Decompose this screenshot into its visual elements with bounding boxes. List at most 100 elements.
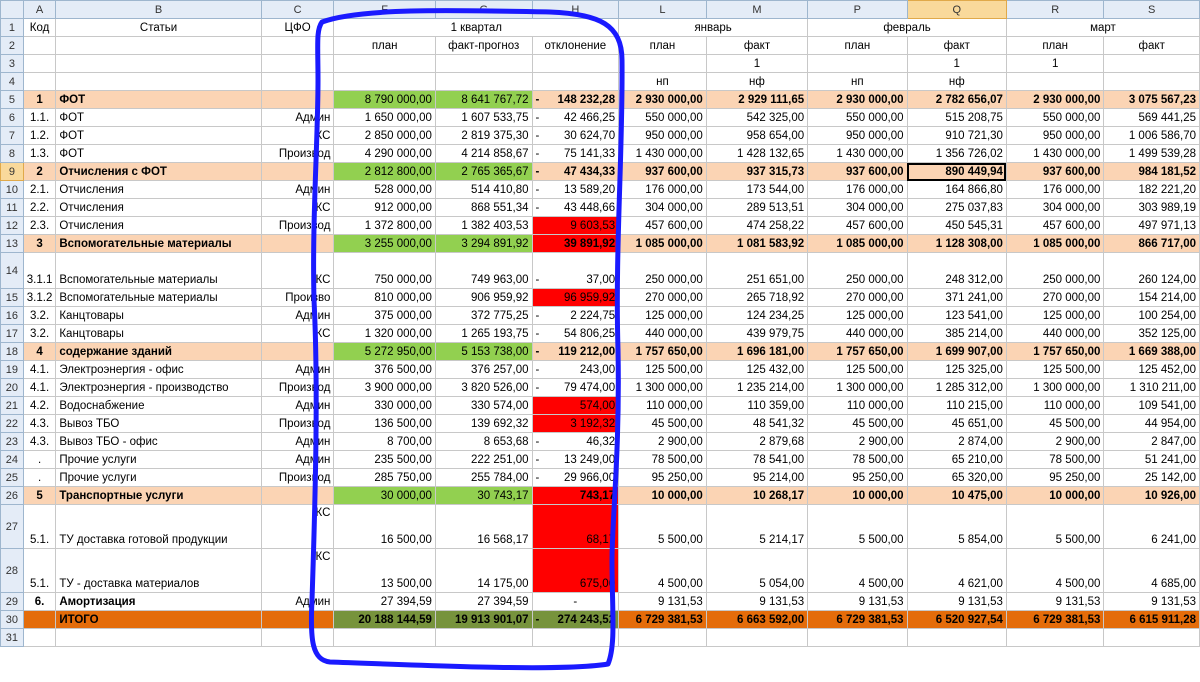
cell-l21[interactable]: 110 000,00 — [618, 396, 707, 415]
header-cell-r4-f[interactable] — [333, 72, 436, 91]
cell-m5[interactable]: 2 929 111,65 — [705, 90, 809, 109]
cell-l16[interactable]: 125 000,00 — [618, 306, 707, 325]
cell-h31[interactable] — [531, 628, 620, 647]
row-header-28[interactable]: 28 — [0, 548, 24, 593]
cell-c6[interactable]: Админ — [260, 108, 335, 127]
column-header-s[interactable]: S — [1103, 0, 1200, 19]
cell-p9[interactable]: 937 600,00 — [807, 162, 908, 181]
cell-c10[interactable]: Админ — [260, 180, 335, 199]
header-cell-r3-c[interactable] — [260, 54, 335, 73]
cell-b9[interactable]: Отчисления с ФОТ — [55, 162, 262, 181]
cell-q22[interactable]: 45 651,00 — [906, 414, 1007, 433]
cell-b14[interactable]: Вспомогательные материалы — [55, 252, 262, 289]
column-header-p[interactable]: P — [807, 0, 908, 19]
cell-a27[interactable]: 5.1. — [22, 504, 57, 549]
cell-p24[interactable]: 78 500,00 — [807, 450, 908, 469]
cell-l30[interactable]: 6 729 381,53 — [618, 610, 707, 629]
cell-g31[interactable] — [434, 628, 533, 647]
row-header-15[interactable]: 15 — [0, 288, 24, 307]
cell-r11[interactable]: 304 000,00 — [1005, 198, 1105, 217]
cell-s14[interactable]: 260 124,00 — [1103, 252, 1200, 289]
header-cell-r3-m[interactable]: 1 — [705, 54, 809, 73]
cell-f31[interactable] — [333, 628, 436, 647]
column-header-m[interactable]: M — [705, 0, 809, 19]
header-cell-r1-l[interactable]: январь — [618, 18, 809, 37]
cell-b16[interactable]: Канцтовары — [55, 306, 262, 325]
cell-h17[interactable]: - 54 806,25 — [531, 324, 620, 343]
cell-c30[interactable] — [260, 610, 335, 629]
cell-g8[interactable]: 4 214 858,67 — [434, 144, 533, 163]
cell-a21[interactable]: 4.2. — [22, 396, 57, 415]
cell-m15[interactable]: 265 718,92 — [705, 288, 809, 307]
header-cell-r1-c[interactable]: ЦФО — [260, 18, 335, 37]
cell-b22[interactable]: Вывоз ТБО — [55, 414, 262, 433]
row-header-30[interactable]: 30 — [0, 610, 24, 629]
cell-g29[interactable]: 27 394,59 — [434, 592, 533, 611]
cell-f7[interactable]: 2 850 000,00 — [333, 126, 436, 145]
header-cell-r2-s[interactable]: факт — [1103, 36, 1200, 55]
cell-m16[interactable]: 124 234,25 — [705, 306, 809, 325]
cell-q17[interactable]: 385 214,00 — [906, 324, 1007, 343]
cell-b19[interactable]: Электроэнергия - офис — [55, 360, 262, 379]
cell-r22[interactable]: 45 500,00 — [1005, 414, 1105, 433]
cell-b18[interactable]: содержание зданий — [55, 342, 262, 361]
cell-p10[interactable]: 176 000,00 — [807, 180, 908, 199]
cell-b23[interactable]: Вывоз ТБО - офис — [55, 432, 262, 451]
row-header-17[interactable]: 17 — [0, 324, 24, 343]
cell-c5[interactable] — [260, 90, 335, 109]
header-cell-r4-a[interactable] — [22, 72, 57, 91]
cell-a9[interactable]: 2 — [22, 162, 57, 181]
cell-q6[interactable]: 515 208,75 — [906, 108, 1007, 127]
cell-a6[interactable]: 1.1. — [22, 108, 57, 127]
cell-f5[interactable]: 8 790 000,00 — [333, 90, 436, 109]
cell-r10[interactable]: 176 000,00 — [1005, 180, 1105, 199]
header-cell-r4-c[interactable] — [260, 72, 335, 91]
cell-q19[interactable]: 125 325,00 — [906, 360, 1007, 379]
cell-q30[interactable]: 6 520 927,54 — [906, 610, 1007, 629]
cell-c7[interactable]: КС — [260, 126, 335, 145]
cell-l31[interactable] — [618, 628, 707, 647]
cell-l13[interactable]: 1 085 000,00 — [618, 234, 707, 253]
header-cell-r4-s[interactable] — [1103, 72, 1200, 91]
cell-p12[interactable]: 457 600,00 — [807, 216, 908, 235]
cell-a15[interactable]: 3.1.2 — [22, 288, 57, 307]
cell-s28[interactable]: 4 685,00 — [1103, 548, 1200, 593]
cell-p30[interactable]: 6 729 381,53 — [807, 610, 908, 629]
cell-s25[interactable]: 25 142,00 — [1103, 468, 1200, 487]
cell-h16[interactable]: - 2 224,75 — [531, 306, 620, 325]
header-cell-r4-r[interactable] — [1005, 72, 1105, 91]
cell-b20[interactable]: Электроэнергия - производство — [55, 378, 262, 397]
cell-c24[interactable]: Админ — [260, 450, 335, 469]
row-header-8[interactable]: 8 — [0, 144, 24, 163]
cell-h7[interactable]: - 30 624,70 — [531, 126, 620, 145]
cell-s5[interactable]: 3 075 567,23 — [1103, 90, 1200, 109]
cell-f21[interactable]: 330 000,00 — [333, 396, 436, 415]
row-header-10[interactable]: 10 — [0, 180, 24, 199]
cell-h20[interactable]: - 79 474,00 — [531, 378, 620, 397]
cell-m29[interactable]: 9 131,53 — [705, 592, 809, 611]
cell-r12[interactable]: 457 600,00 — [1005, 216, 1105, 235]
cell-l29[interactable]: 9 131,53 — [618, 592, 707, 611]
cell-l9[interactable]: 937 600,00 — [618, 162, 707, 181]
cell-q15[interactable]: 371 241,00 — [906, 288, 1007, 307]
column-header-q[interactable]: Q — [906, 0, 1007, 19]
cell-a7[interactable]: 1.2. — [22, 126, 57, 145]
column-header-f[interactable]: F — [333, 0, 436, 19]
row-header-27[interactable]: 27 — [0, 504, 24, 549]
header-cell-r1-r[interactable]: март — [1005, 18, 1200, 37]
cell-s27[interactable]: 6 241,00 — [1103, 504, 1200, 549]
cell-h6[interactable]: - 42 466,25 — [531, 108, 620, 127]
cell-q25[interactable]: 65 320,00 — [906, 468, 1007, 487]
cell-s24[interactable]: 51 241,00 — [1103, 450, 1200, 469]
cell-s30[interactable]: 6 615 911,28 — [1103, 610, 1200, 629]
cell-r31[interactable] — [1005, 628, 1105, 647]
cell-q28[interactable]: 4 621,00 — [906, 548, 1007, 593]
cell-m17[interactable]: 439 979,75 — [705, 324, 809, 343]
cell-h9[interactable]: - 47 434,33 — [531, 162, 620, 181]
cell-r28[interactable]: 4 500,00 — [1005, 548, 1105, 593]
cell-p21[interactable]: 110 000,00 — [807, 396, 908, 415]
header-cell-r2-m[interactable]: факт — [705, 36, 809, 55]
cell-l26[interactable]: 10 000,00 — [618, 486, 707, 505]
cell-m7[interactable]: 958 654,00 — [705, 126, 809, 145]
cell-b27[interactable]: ТУ доставка готовой продукции — [55, 504, 262, 549]
